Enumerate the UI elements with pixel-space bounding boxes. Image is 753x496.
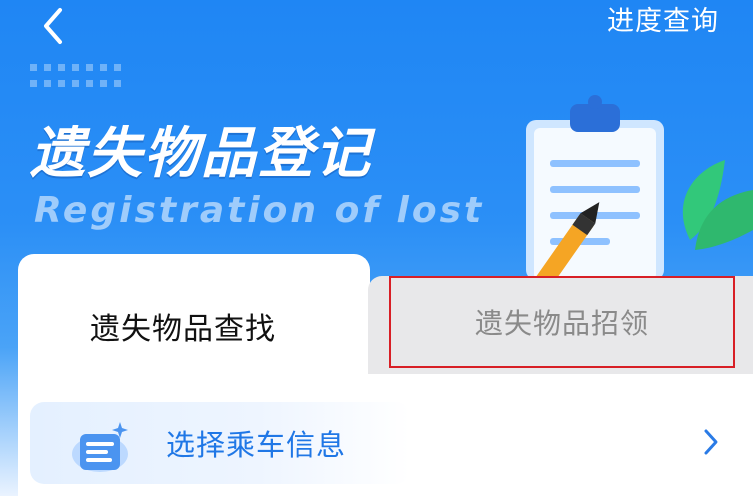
banner-title: 遗失物品登记 <box>30 121 373 185</box>
select-trip-info-row[interactable]: 选择乘车信息 <box>30 402 735 484</box>
chevron-right-icon <box>704 429 718 455</box>
tab-lost-item-claim[interactable]: 遗失物品招领 <box>389 276 735 368</box>
progress-query-link[interactable]: 进度查询 <box>607 2 719 42</box>
banner-subtitle: Registration of lost <box>34 190 485 231</box>
ticket-icon <box>72 422 128 472</box>
app-screen: 进度查询 遗失物品登记 Registration of lost 遗失物品查找 … <box>0 0 753 496</box>
tab-label: 遗失物品招领 <box>474 307 649 340</box>
select-trip-label: 选择乘车信息 <box>166 428 347 462</box>
tab-label: 遗失物品查找 <box>90 312 276 347</box>
clipboard-pen-icon <box>526 95 753 280</box>
decorative-dots <box>30 64 121 87</box>
chevron-left-icon <box>44 8 62 44</box>
back-button[interactable] <box>30 2 82 46</box>
tab-lost-item-search[interactable]: 遗失物品查找 <box>18 254 370 374</box>
top-bar: 进度查询 <box>0 0 753 46</box>
